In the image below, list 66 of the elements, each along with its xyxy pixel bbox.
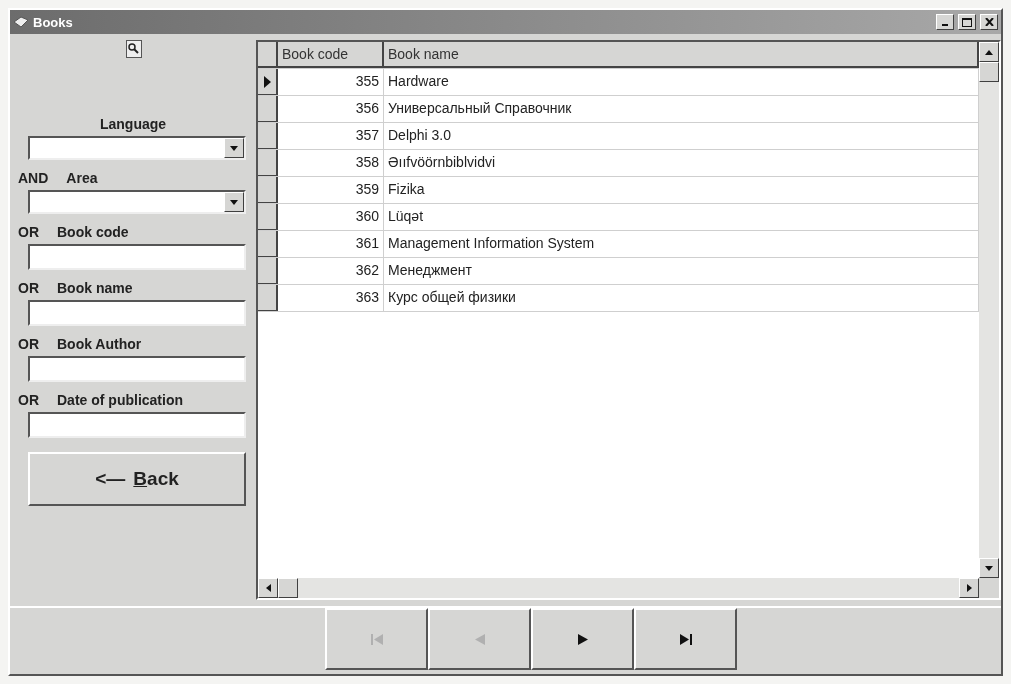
field-label: Book code xyxy=(57,224,129,240)
input-field[interactable] xyxy=(28,300,246,326)
back-button[interactable]: <— Back xyxy=(28,452,246,506)
connector-label: OR xyxy=(18,336,39,352)
table-cell: 359 xyxy=(278,177,384,203)
horizontal-scrollbar[interactable] xyxy=(258,578,979,598)
column-header[interactable]: Book code xyxy=(278,42,384,68)
book-icon xyxy=(13,16,29,28)
caret-icon xyxy=(265,584,271,592)
table-cell: 358 xyxy=(278,150,384,176)
field-label: Book name xyxy=(57,280,133,296)
input-field[interactable] xyxy=(28,244,246,270)
field-label: Area xyxy=(66,170,98,186)
row-indicator[interactable] xyxy=(258,231,278,257)
scroll-up-button[interactable] xyxy=(979,42,999,62)
row-indicator[interactable] xyxy=(258,285,278,311)
current-row-icon xyxy=(263,75,271,88)
window-title: Books xyxy=(33,14,74,30)
maximize-icon xyxy=(962,17,972,27)
field-label: Date of publication xyxy=(57,392,183,408)
table-cell: 355 xyxy=(278,69,384,95)
caret-icon xyxy=(230,199,238,205)
column-header[interactable]: Book name xyxy=(384,42,979,68)
close-icon xyxy=(984,18,994,26)
close-button[interactable] xyxy=(980,14,998,30)
vertical-scrollbar[interactable] xyxy=(979,42,999,578)
row-indicator[interactable] xyxy=(258,204,278,230)
table-cell: 356 xyxy=(278,96,384,122)
table-cell: 362 xyxy=(278,258,384,284)
caret-icon xyxy=(966,584,972,592)
table-cell: 360 xyxy=(278,204,384,230)
connector-label: OR xyxy=(18,224,39,240)
scroll-left-button[interactable] xyxy=(258,578,278,598)
table-cell: 357 xyxy=(278,123,384,149)
dropdown-button[interactable] xyxy=(224,138,244,158)
field-label: Book Author xyxy=(57,336,142,352)
input-field[interactable] xyxy=(28,412,246,438)
connector-label: OR xyxy=(18,280,39,296)
row-indicator[interactable] xyxy=(258,177,278,203)
dropdown-field[interactable] xyxy=(28,136,246,160)
maximize-button[interactable] xyxy=(958,14,976,30)
caret-icon xyxy=(985,565,993,571)
connector-label: AND xyxy=(18,170,49,186)
row-indicator[interactable] xyxy=(258,258,278,284)
connector-label: OR xyxy=(18,392,39,408)
navigator-button[interactable] xyxy=(634,608,737,670)
table-cell: 363 xyxy=(278,285,384,311)
scroll-right-button[interactable] xyxy=(959,578,979,598)
row-indicator[interactable] xyxy=(258,150,278,176)
scroll-thumb[interactable] xyxy=(278,578,298,598)
scrollbar-corner xyxy=(979,578,999,598)
row-indicator[interactable] xyxy=(258,69,278,95)
search-icon[interactable] xyxy=(126,40,142,58)
dropdown-field[interactable] xyxy=(28,190,246,214)
dropdown-button[interactable] xyxy=(224,192,244,212)
scroll-down-button[interactable] xyxy=(979,558,999,578)
scroll-thumb[interactable] xyxy=(979,62,999,82)
table-cell: 361 xyxy=(278,231,384,257)
caret-icon xyxy=(230,145,238,151)
input-field[interactable] xyxy=(28,356,246,382)
navigator-button[interactable] xyxy=(531,608,634,670)
row-indicator[interactable] xyxy=(258,96,278,122)
field-label: Language xyxy=(99,116,167,132)
minimize-button[interactable] xyxy=(936,14,954,30)
caret-icon xyxy=(985,49,993,55)
row-indicator[interactable] xyxy=(258,123,278,149)
